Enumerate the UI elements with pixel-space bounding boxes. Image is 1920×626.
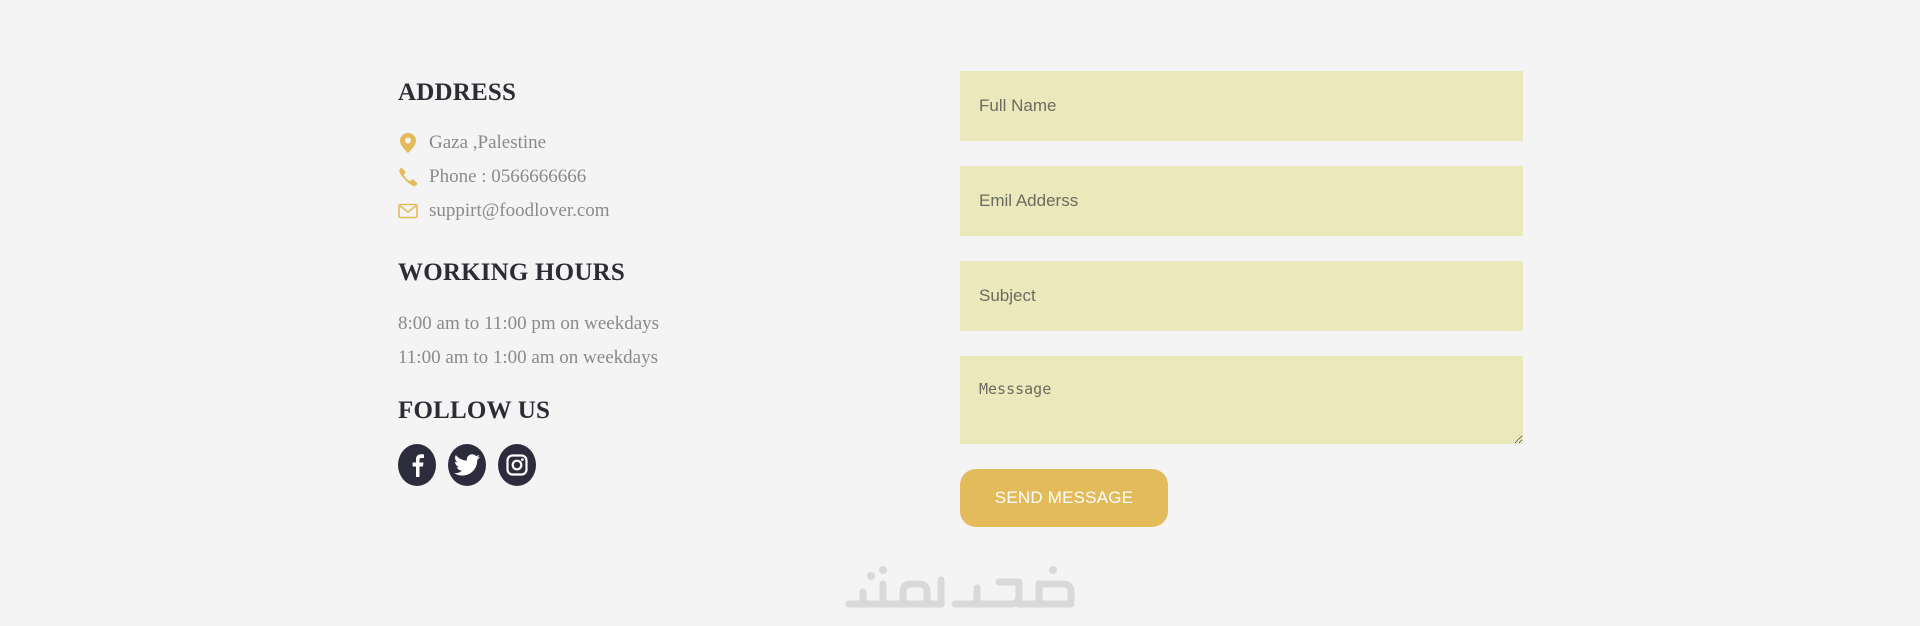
location-row: Gaza ,Palestine <box>398 126 818 160</box>
contact-info: ADDRESS Gaza ,Palestine Phone : 05666666… <box>398 78 818 486</box>
hours-line-weekdays-1: 8:00 am to 11:00 pm on weekdays <box>398 313 660 334</box>
map-pin-icon <box>398 133 418 153</box>
message-textarea[interactable] <box>960 356 1523 444</box>
khamsat-watermark-logo <box>843 560 1078 618</box>
hours-line-weekdays-2: 11:00 am to 1:00 am on weekdays <box>398 347 658 368</box>
follow-us-heading: FOLLOW US <box>398 397 551 424</box>
twitter-icon[interactable] <box>448 444 486 486</box>
phone-text: Phone : 0566666666 <box>429 166 587 187</box>
phone-row: Phone : 0566666666 <box>398 160 818 194</box>
email-row: suppirt@foodlover.com <box>398 194 818 228</box>
location-text: Gaza ,Palestine <box>429 132 547 153</box>
social-links <box>398 444 818 486</box>
contact-form: SEND MESSAGE <box>960 71 1523 527</box>
send-message-button[interactable]: SEND MESSAGE <box>960 469 1168 527</box>
working-hours-heading: WORKING HOURS <box>398 259 625 286</box>
instagram-icon[interactable] <box>498 444 536 486</box>
email-text: suppirt@foodlover.com <box>429 200 610 221</box>
address-heading: ADDRESS <box>398 79 517 106</box>
facebook-icon[interactable] <box>398 444 436 486</box>
full-name-input[interactable] <box>960 71 1523 141</box>
email-address-input[interactable] <box>960 166 1523 236</box>
subject-input[interactable] <box>960 261 1523 331</box>
phone-icon <box>398 167 418 187</box>
envelope-icon <box>398 201 418 221</box>
